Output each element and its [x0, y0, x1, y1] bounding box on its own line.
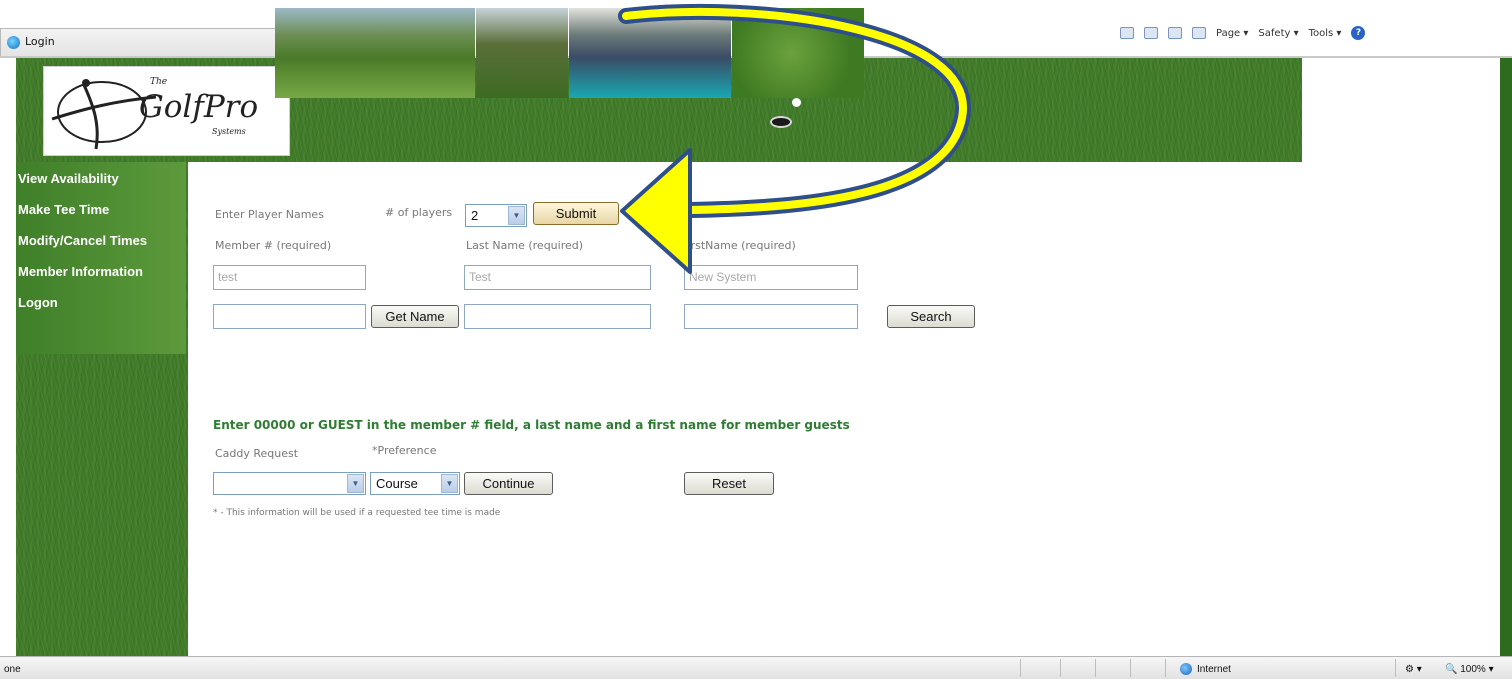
feeds-icon[interactable] — [1144, 27, 1158, 39]
first-name-field-2[interactable] — [684, 304, 858, 329]
preference-select[interactable]: Course ▼ — [370, 472, 460, 495]
safety-menu[interactable]: Safety ▾ — [1258, 28, 1298, 39]
page-menu[interactable]: Page ▾ — [1216, 28, 1248, 39]
preference-label: *Preference — [372, 444, 437, 457]
member-number-field-1[interactable]: test — [213, 265, 366, 290]
zone-label: Internet — [1197, 664, 1231, 675]
putting-green-photo — [732, 8, 864, 98]
protected-mode-icon[interactable]: ⚙ ▾ — [1405, 664, 1422, 675]
zoom-value: 100% — [1460, 664, 1486, 675]
home-icon[interactable] — [1120, 27, 1134, 39]
status-bar: one Internet ⚙ ▾ 🔍 100% ▾ — [0, 656, 1512, 679]
tools-menu[interactable]: Tools ▾ — [1309, 28, 1342, 39]
globe-icon — [1180, 663, 1192, 675]
sidebar-nav: View Availability Make Tee Time Modify/C… — [16, 162, 186, 354]
right-edge — [1500, 58, 1512, 656]
reset-button[interactable]: Reset — [684, 472, 774, 495]
sidebar-item-modify-cancel-times[interactable]: Modify/Cancel Times — [16, 224, 186, 255]
enter-player-names-label: Enter Player Names — [215, 208, 324, 221]
caddy-request-select[interactable]: ▼ — [213, 472, 366, 495]
chevron-down-icon[interactable]: ▼ — [347, 474, 364, 493]
logo-systems: Systems — [212, 127, 246, 136]
get-name-button[interactable]: Get Name — [371, 305, 459, 328]
logo-the: The — [150, 77, 168, 87]
status-divider — [1060, 659, 1061, 677]
status-divider — [1165, 659, 1166, 677]
golf-ball-icon — [792, 98, 801, 107]
last-name-field-2[interactable] — [464, 304, 651, 329]
security-zone[interactable]: Internet — [1180, 663, 1231, 675]
logo-text: GolfPro — [139, 89, 259, 125]
help-icon[interactable]: ? — [1351, 26, 1366, 40]
tab-title: Login — [25, 35, 55, 48]
sidebar-item-make-tee-time[interactable]: Make Tee Time — [16, 193, 186, 224]
sidebar-item-view-availability[interactable]: View Availability — [16, 162, 186, 193]
last-name-field-1[interactable]: Test — [464, 265, 651, 290]
driving-range-photo — [569, 8, 731, 98]
chevron-down-icon[interactable]: ▼ — [508, 206, 525, 225]
first-name-label: FirstName (required) — [682, 239, 796, 252]
last-name-label: Last Name (required) — [466, 239, 584, 252]
zoom-level[interactable]: 🔍 100% ▾ — [1445, 664, 1494, 675]
first-name-field-1[interactable]: New System — [684, 265, 858, 290]
fairway-photo — [275, 8, 475, 98]
golfpro-logo: The GolfPro Systems — [43, 66, 290, 156]
page-margin — [1300, 58, 1500, 656]
status-divider — [1130, 659, 1131, 677]
golf-hole-icon — [770, 116, 792, 128]
status-divider — [1020, 659, 1021, 677]
chevron-down-icon[interactable]: ▼ — [441, 474, 458, 493]
status-text: one — [4, 664, 21, 675]
footnote: * - This information will be used if a r… — [213, 508, 501, 518]
ie-icon — [7, 36, 20, 49]
member-number-field-2[interactable] — [213, 304, 366, 329]
search-button[interactable]: Search — [887, 305, 975, 328]
member-number-label: Member # (required) — [215, 239, 332, 252]
sidebar-item-logon[interactable]: Logon — [16, 286, 186, 317]
num-players-label: # of players — [385, 206, 453, 219]
status-divider — [1395, 659, 1396, 677]
command-bar: Page ▾ Safety ▾ Tools ▾ ? — [1120, 24, 1512, 42]
print-icon[interactable] — [1192, 27, 1206, 39]
member-guest-notice: Enter 00000 or GUEST in the member # fie… — [213, 418, 850, 432]
num-players-value: 2 — [471, 208, 479, 223]
continue-button[interactable]: Continue — [464, 472, 553, 495]
num-players-select[interactable]: 2 ▼ — [465, 204, 527, 227]
course-photo — [476, 8, 568, 98]
caddy-request-label: Caddy Request — [215, 447, 299, 460]
status-divider — [1095, 659, 1096, 677]
mail-icon[interactable] — [1168, 27, 1182, 39]
sidebar-item-member-information[interactable]: Member Information — [16, 255, 186, 286]
preference-value: Course — [376, 476, 418, 491]
content-panel — [188, 162, 1300, 656]
submit-button[interactable]: Submit — [533, 202, 619, 225]
